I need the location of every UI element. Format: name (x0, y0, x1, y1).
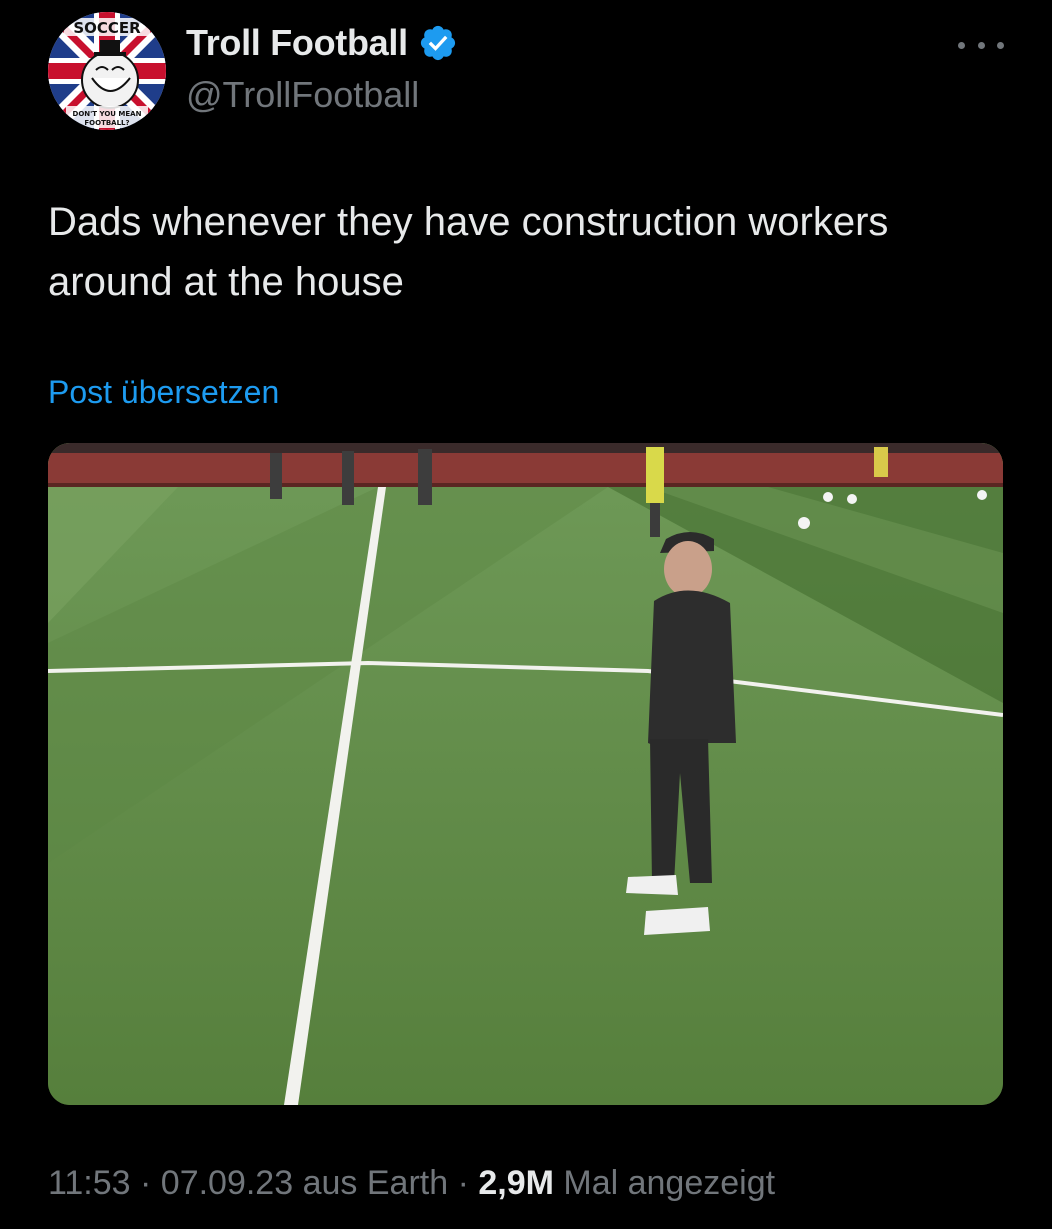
avatar-bottom-text: DON'T YOU MEAN (73, 110, 142, 118)
tweet-date[interactable]: 07.09.23 (161, 1164, 293, 1202)
translate-post-link[interactable]: Post übersetzen (48, 374, 279, 411)
author-handle[interactable]: @TrollFootball (186, 74, 419, 116)
verified-badge-icon (420, 25, 455, 61)
views-label: Mal angezeigt (553, 1164, 776, 1202)
tweet-text: Dads whenever they have construction wor… (48, 200, 889, 304)
more-options-icon[interactable] (958, 30, 1004, 60)
tweet-media-image[interactable] (48, 443, 1003, 1105)
author-name-row: Troll Football (186, 22, 458, 64)
avatar-top-text: SOCCER (73, 19, 141, 37)
views-count[interactable]: 2,9M (478, 1164, 554, 1202)
tweet-source: aus Earth (293, 1164, 449, 1202)
tweet: SOCCER DON'T YOU MEAN FOOTBALL? Troll Fo… (0, 0, 1052, 1229)
tweet-time[interactable]: 11:53 (48, 1164, 131, 1202)
avatar-bottom-text-2: FOOTBALL? (84, 119, 129, 127)
meta-separator: · (130, 1164, 161, 1202)
avatar[interactable]: SOCCER DON'T YOU MEAN FOOTBALL? (48, 12, 166, 130)
display-name[interactable]: Troll Football (186, 22, 408, 64)
tweet-meta: 11:53 · 07.09.23 aus Earth · 2,9M Mal an… (48, 1164, 775, 1203)
meta-separator: · (448, 1164, 479, 1202)
